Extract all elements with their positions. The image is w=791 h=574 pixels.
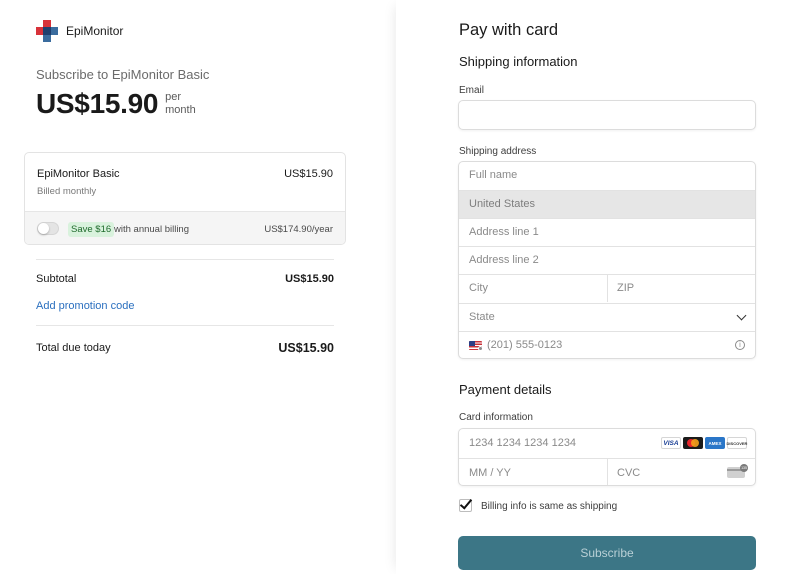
phone-placeholder: (201) 555-0123 xyxy=(487,339,563,351)
cvc-card-icon: 135 xyxy=(727,464,748,478)
discover-icon: DISCOVER xyxy=(727,437,747,449)
subscribe-title: Subscribe to EpiMonitor Basic xyxy=(36,67,210,82)
price-period-line2: month xyxy=(165,104,196,116)
add-promotion-code-link[interactable]: Add promotion code xyxy=(36,300,134,312)
annual-billing-toggle[interactable] xyxy=(37,222,59,235)
field-separator xyxy=(607,275,608,302)
email-field[interactable] xyxy=(458,100,756,130)
card-number-placeholder: 1234 1234 1234 1234 xyxy=(469,437,577,449)
mastercard-icon xyxy=(683,437,703,449)
payment-form-panel: Pay with card Shipping information Email… xyxy=(396,0,791,574)
cvc-field[interactable]: CVC xyxy=(617,467,640,479)
annual-price: US$174.90/year xyxy=(264,224,333,235)
info-icon[interactable]: i xyxy=(735,340,745,350)
brand-name: EpiMonitor xyxy=(66,24,124,38)
city-field[interactable]: City xyxy=(469,282,488,294)
epimonitor-logo-icon xyxy=(36,20,58,42)
save-badge: Save $16 xyxy=(68,222,115,237)
payment-details-heading: Payment details xyxy=(459,382,552,397)
divider xyxy=(36,259,334,260)
pay-with-card-title: Pay with card xyxy=(459,21,559,39)
checkmark-icon xyxy=(459,496,473,510)
country-code-indicator-icon xyxy=(478,346,483,351)
plan-billing-period: Billed monthly xyxy=(37,186,97,197)
card-brands: VISA AMEX DISCOVER xyxy=(661,437,747,449)
subtotal-value: US$15.90 xyxy=(285,273,334,285)
expiry-field[interactable]: MM / YY xyxy=(469,467,511,479)
card-information-label: Card information xyxy=(459,412,533,423)
subtotal-label: Subtotal xyxy=(36,273,77,285)
shipping-address-group: Full name United States Address line 1 A… xyxy=(458,161,756,359)
plan-card: EpiMonitor Basic Billed monthly US$15.90… xyxy=(24,152,346,245)
card-number-field[interactable]: 1234 1234 1234 1234 VISA AMEX DISCOVER xyxy=(459,429,755,458)
country-select[interactable]: United States xyxy=(459,190,755,218)
plan-line-item: EpiMonitor Basic Billed monthly US$15.90 xyxy=(25,153,345,211)
annual-billing-row: Save $16 with annual billing US$174.90/y… xyxy=(25,211,345,244)
address-line2-field[interactable]: Address line 2 xyxy=(459,246,755,274)
expiry-cvc-row: MM / YY CVC 135 xyxy=(459,458,755,485)
price-row: US$15.90 per month xyxy=(36,88,196,120)
billing-same-as-shipping-checkbox[interactable] xyxy=(459,496,473,512)
state-placeholder: State xyxy=(469,311,495,323)
plan-price: US$15.90 xyxy=(284,168,333,180)
field-separator xyxy=(607,459,608,485)
divider xyxy=(36,325,334,326)
address-line1-placeholder: Address line 1 xyxy=(469,226,539,238)
total-due-value: US$15.90 xyxy=(278,341,334,355)
brand: EpiMonitor xyxy=(36,20,123,42)
visa-icon: VISA xyxy=(661,437,681,449)
subscribe-button[interactable]: Subscribe xyxy=(458,536,756,570)
shipping-information-heading: Shipping information xyxy=(459,54,578,69)
toggle-knob xyxy=(38,223,49,234)
price-amount: US$15.90 xyxy=(36,88,159,119)
state-select[interactable]: State xyxy=(459,303,755,331)
annual-billing-text: with annual billing xyxy=(114,224,189,235)
email-label: Email xyxy=(459,85,485,96)
order-summary-panel: EpiMonitor Subscribe to EpiMonitor Basic… xyxy=(0,0,396,574)
full-name-field[interactable]: Full name xyxy=(459,162,755,190)
country-value: United States xyxy=(469,198,536,210)
card-information-group: 1234 1234 1234 1234 VISA AMEX DISCOVER M… xyxy=(458,428,756,486)
chevron-down-icon xyxy=(736,310,747,321)
address-line2-placeholder: Address line 2 xyxy=(469,254,539,266)
phone-field[interactable]: (201) 555-0123 i xyxy=(459,331,755,358)
price-period-line1: per xyxy=(165,91,182,103)
price-period: per month xyxy=(165,91,196,117)
billing-same-as-shipping-label[interactable]: Billing info is same as shipping xyxy=(481,501,617,512)
amex-icon: AMEX xyxy=(705,437,725,449)
total-due-label: Total due today xyxy=(36,342,111,354)
zip-field[interactable]: ZIP xyxy=(617,282,634,294)
shipping-address-label: Shipping address xyxy=(459,146,537,157)
full-name-placeholder: Full name xyxy=(469,169,518,181)
plan-name: EpiMonitor Basic xyxy=(37,168,120,180)
city-zip-row: City ZIP xyxy=(459,274,755,302)
address-line1-field[interactable]: Address line 1 xyxy=(459,218,755,246)
